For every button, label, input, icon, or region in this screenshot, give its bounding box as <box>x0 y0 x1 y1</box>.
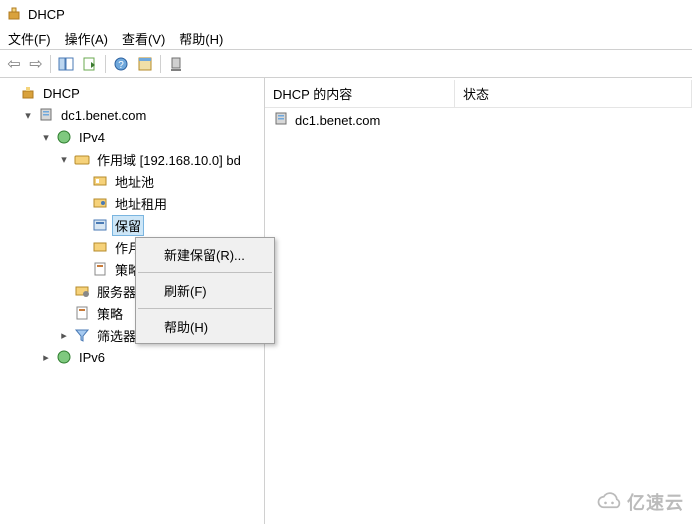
tree-node-dhcp-root[interactable]: DHCP <box>0 82 264 104</box>
tree-label: 地址池 <box>112 171 157 192</box>
addresspool-icon <box>92 173 108 189</box>
server-icon <box>273 111 289 130</box>
tree-node-addresspool[interactable]: 地址池 <box>72 170 264 192</box>
context-menu: 新建保留(R)... 刷新(F) 帮助(H) <box>135 237 275 344</box>
tree-label: IPv6 <box>76 349 108 366</box>
tree-node-reservations[interactable]: 保留 <box>72 214 264 236</box>
column-header-contents[interactable]: DHCP 的内容 <box>265 80 455 107</box>
server-options-icon <box>74 283 90 299</box>
svg-text:?: ? <box>118 60 124 71</box>
tree-label: IPv4 <box>76 129 108 146</box>
cloud-icon <box>595 488 623 516</box>
scope-options-icon <box>92 239 108 255</box>
tree-label: 筛选器 <box>94 325 139 346</box>
tree-node-ipv4[interactable]: IPv4 <box>36 126 264 148</box>
addresslease-icon <box>92 195 108 211</box>
expander-icon[interactable] <box>58 329 70 342</box>
properties-button[interactable] <box>134 53 156 75</box>
tree-node-server[interactable]: dc1.benet.com <box>18 104 264 126</box>
expander-icon[interactable] <box>58 153 70 166</box>
watermark: 亿速云 <box>595 488 684 516</box>
watermark-text: 亿速云 <box>627 489 684 515</box>
toolbar-separator <box>50 55 51 73</box>
server-action-button[interactable] <box>165 53 187 75</box>
window-title: DHCP <box>28 7 65 22</box>
tree-label: 地址租用 <box>112 193 170 214</box>
toolbar-separator <box>160 55 161 73</box>
tree-label: 保留 <box>112 215 144 236</box>
help-button[interactable]: ? <box>110 53 132 75</box>
expander-icon[interactable] <box>40 351 52 364</box>
reservations-icon <box>92 217 108 233</box>
expander-icon[interactable] <box>40 131 52 144</box>
tree-label: dc1.benet.com <box>58 107 149 124</box>
tree-label: DHCP <box>40 85 83 102</box>
policies-icon <box>74 305 90 321</box>
menu-item-new-reservation[interactable]: 新建保留(R)... <box>136 240 274 269</box>
title-bar: DHCP <box>0 0 692 28</box>
show-hide-tree-button[interactable] <box>55 53 77 75</box>
list-item-name: dc1.benet.com <box>295 113 380 128</box>
forward-button[interactable]: ⇨ <box>26 53 46 75</box>
menu-bar: 文件(F) 操作(A) 查看(V) 帮助(H) <box>0 28 692 50</box>
menu-separator <box>138 308 272 309</box>
menu-separator <box>138 272 272 273</box>
menu-action[interactable]: 操作(A) <box>65 29 108 48</box>
tree-node-addresslease[interactable]: 地址租用 <box>72 192 264 214</box>
filter-icon <box>74 327 90 343</box>
app-icon <box>6 6 22 22</box>
menu-item-refresh[interactable]: 刷新(F) <box>136 276 274 305</box>
ipv4-icon <box>56 129 72 145</box>
expander-icon[interactable] <box>22 109 34 122</box>
ipv6-icon <box>56 349 72 365</box>
tree-node-scope[interactable]: 作用域 [192.168.10.0] bd <box>54 148 264 170</box>
scope-icon <box>74 151 90 167</box>
server-icon <box>38 107 54 123</box>
list-item[interactable]: dc1.benet.com <box>265 108 692 133</box>
menu-file[interactable]: 文件(F) <box>8 29 51 48</box>
menu-item-help[interactable]: 帮助(H) <box>136 312 274 341</box>
list-header: DHCP 的内容 状态 <box>265 80 692 108</box>
tree-label: 策略 <box>94 303 126 324</box>
policies-icon <box>92 261 108 277</box>
column-header-status[interactable]: 状态 <box>455 80 692 107</box>
tree-label: 作用域 [192.168.10.0] bd <box>94 149 244 170</box>
toolbar-separator <box>105 55 106 73</box>
dhcp-icon <box>20 85 36 101</box>
tool-bar: ⇦ ⇨ ? <box>0 50 692 78</box>
export-button[interactable] <box>79 53 101 75</box>
tree-label: 服务器 <box>94 281 139 302</box>
menu-help[interactable]: 帮助(H) <box>179 29 223 48</box>
list-panel: DHCP 的内容 状态 dc1.benet.com <box>265 78 692 524</box>
menu-view[interactable]: 查看(V) <box>122 29 165 48</box>
tree-node-ipv6[interactable]: IPv6 <box>36 346 264 368</box>
back-button[interactable]: ⇦ <box>4 53 24 75</box>
